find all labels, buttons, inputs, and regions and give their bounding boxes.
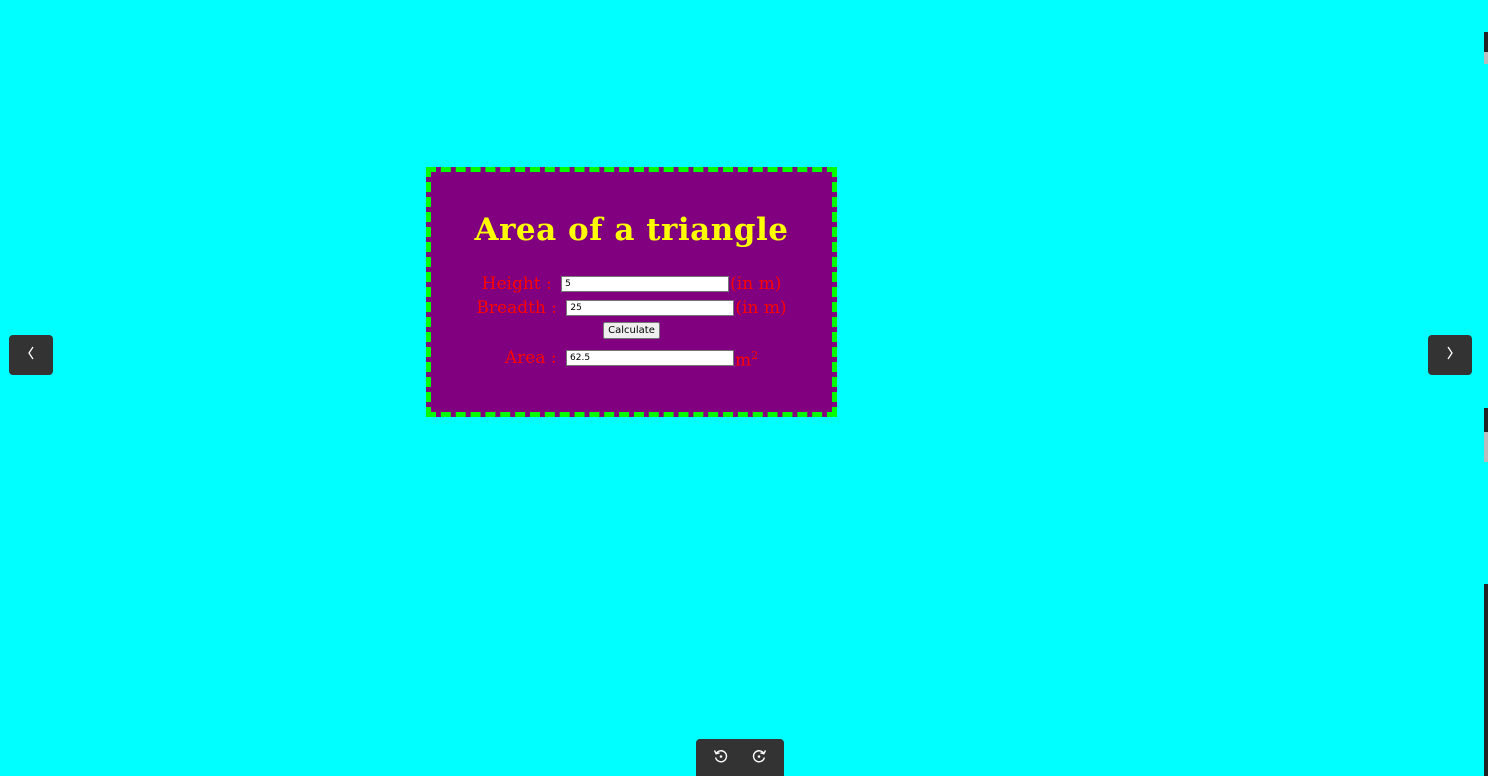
area-unit: m2 [735, 345, 758, 372]
rotate-left-icon [713, 748, 729, 768]
rotate-right-icon [751, 748, 767, 768]
triangle-area-card: Area of a triangle Height : (in m) Bread… [426, 167, 837, 417]
chevron-right-icon [1445, 345, 1455, 365]
rotate-right-button[interactable] [744, 743, 774, 773]
calculate-button[interactable]: Calculate [603, 322, 660, 339]
area-label: Area : [504, 348, 562, 369]
area-unit-base: m [735, 350, 752, 371]
height-input[interactable] [561, 276, 730, 292]
scrollbar-edge [1484, 408, 1488, 432]
breadth-input[interactable] [566, 300, 735, 316]
breadth-row: Breadth : (in m) [431, 297, 832, 319]
height-row: Height : (in m) [431, 273, 832, 295]
rotate-left-button[interactable] [706, 743, 736, 773]
area-output[interactable] [566, 350, 734, 367]
breadth-label: Breadth : [476, 298, 563, 318]
chevron-left-icon [26, 345, 36, 365]
next-button[interactable] [1428, 335, 1472, 375]
calculate-row: Calculate [431, 322, 832, 339]
viewer-toolbar [696, 739, 784, 776]
page-title: Area of a triangle [474, 212, 789, 248]
scrollbar-edge [1484, 52, 1488, 64]
height-label: Height : [481, 274, 558, 294]
scrollbar-edge [1484, 584, 1488, 776]
breadth-unit: (in m) [735, 298, 787, 318]
scrollbar-edge [1484, 432, 1488, 462]
height-unit: (in m) [730, 274, 782, 294]
area-row: Area : m2 [431, 345, 832, 372]
scrollbar-edge [1484, 32, 1488, 52]
previous-button[interactable] [9, 335, 53, 375]
area-unit-exponent: 2 [751, 349, 759, 362]
